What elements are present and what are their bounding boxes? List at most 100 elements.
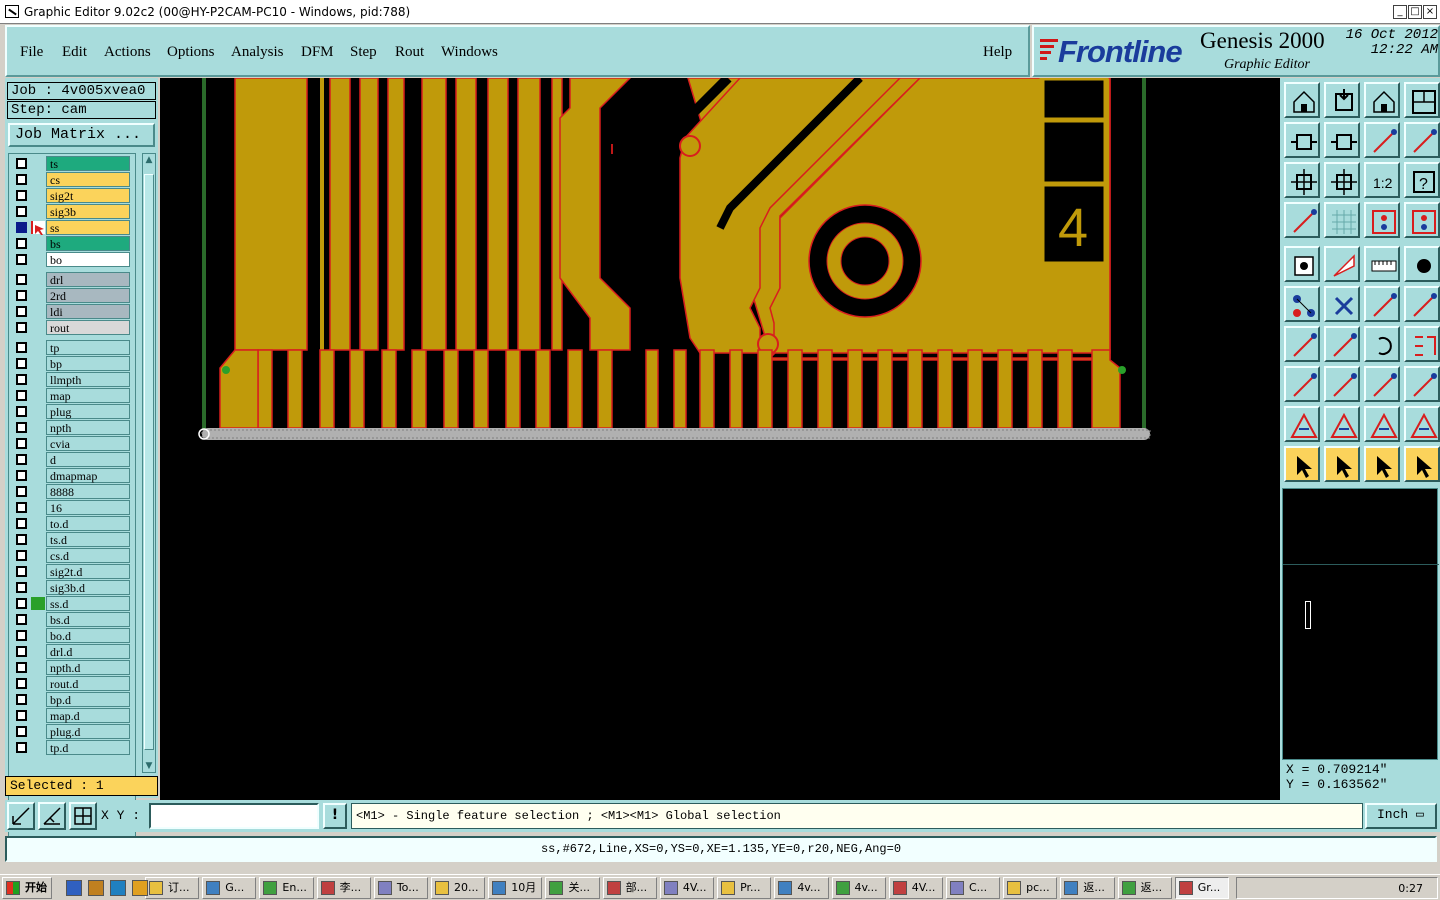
layer-name[interactable]: bs.d [46,612,130,627]
close-button[interactable]: × [1423,5,1437,19]
layer-checkbox[interactable] [16,486,27,497]
layer-checkbox[interactable] [16,582,27,593]
layer-name[interactable]: drl.d [46,644,130,659]
layer-row-bo-d[interactable]: bo.d [9,628,135,643]
cut-line-button[interactable] [1324,366,1360,402]
triangle-bar-button[interactable] [1364,406,1400,442]
exclamation-button[interactable]: ! [323,803,347,829]
layer-checkbox[interactable] [16,306,27,317]
layer-name[interactable]: to.d [46,516,130,531]
layer-checkbox[interactable] [16,422,27,433]
triangle-outline-button[interactable] [1284,406,1320,442]
layer-row-drl[interactable]: drl [9,272,135,287]
job-matrix-button[interactable]: Job Matrix ... [8,123,155,147]
layer-checkbox[interactable] [16,390,27,401]
layer-row-npth[interactable]: npth [9,420,135,435]
select-route-button[interactable] [1404,446,1440,482]
select-box-button[interactable] [1324,446,1360,482]
graphic-canvas[interactable]: 4 [160,78,1280,800]
layer-checkbox[interactable] [16,374,27,385]
layer-checkbox[interactable] [16,694,27,705]
zoom-out-button[interactable] [1324,82,1360,118]
taskbar-button[interactable]: 4V... [888,877,943,899]
layer-row-bo[interactable]: bo [9,252,135,267]
layer-checkbox[interactable] [16,238,27,249]
layer-checkbox[interactable] [16,206,27,217]
layer-row-cs[interactable]: cs [9,172,135,187]
layer-name[interactable]: llmpth [46,372,130,387]
taskbar-button[interactable]: Gr... [1174,877,1229,899]
pan-left-button[interactable] [1284,122,1320,158]
layer-scrollbar[interactable]: ▲ ▼ [142,153,156,773]
xy-input[interactable] [149,803,319,829]
layer-row-sig2t[interactable]: sig2t [9,188,135,203]
taskbar-button[interactable]: 4V... [659,877,715,899]
line-draw-button[interactable] [1324,326,1360,362]
layer-name[interactable]: sig3b.d [46,580,130,595]
taskbar-button[interactable]: 返... [1060,877,1115,899]
menu-dfm[interactable]: DFM [301,44,334,61]
layer-row-16[interactable]: 16 [9,500,135,515]
layer-name[interactable]: dmapmap [46,468,130,483]
layer-checkbox[interactable] [16,646,27,657]
layer-checkbox[interactable] [16,174,27,185]
taskbar-button[interactable]: 订... [145,877,200,899]
layer-checkbox[interactable] [16,518,27,529]
layer-row-8888[interactable]: 8888 [9,484,135,499]
layer-row-ss-d[interactable]: ss.d [9,596,135,611]
layer-name[interactable]: map.d [46,708,130,723]
layer-row-ts[interactable]: ts [9,156,135,171]
angle-button[interactable] [1284,326,1320,362]
taskbar-button[interactable]: C... [945,877,1001,899]
triangle-a-button[interactable] [1324,406,1360,442]
layer-name[interactable]: ss.d [46,596,130,611]
resize-button[interactable] [1364,366,1400,402]
flip-button[interactable] [1364,122,1400,158]
layer-name[interactable]: map [46,388,130,403]
layer-checkbox[interactable] [16,614,27,625]
triangle-measure-button[interactable] [1404,406,1440,442]
select-rotate-button[interactable] [1364,446,1400,482]
pad-button[interactable] [1284,246,1320,282]
layer-row-ss[interactable]: ss [9,220,135,235]
layer-name[interactable]: ldi [46,304,130,319]
menu-analysis[interactable]: Analysis [231,44,284,61]
menu-windows[interactable]: Windows [441,44,498,61]
layer-checkbox[interactable] [16,534,27,545]
menu-actions[interactable]: Actions [104,44,151,61]
angle-mode-button[interactable] [38,802,66,830]
layer-name[interactable]: bs [46,236,130,251]
layer-name[interactable]: plug.d [46,724,130,739]
layer-checkbox[interactable] [16,406,27,417]
menu-options[interactable]: Options [167,44,215,61]
start-button[interactable]: 开始 [2,877,52,899]
quick-launch-icon[interactable] [66,880,82,896]
menu-help[interactable]: Help [983,44,1012,61]
layer-name[interactable]: bp [46,356,130,371]
layer-row-2rd[interactable]: 2rd [9,288,135,303]
layer-checkbox[interactable] [16,158,27,169]
layer-checkbox[interactable] [16,342,27,353]
layer-row-bs-d[interactable]: bs.d [9,612,135,627]
taskbar-button[interactable]: 返... [1117,877,1172,899]
taskbar-button[interactable]: 4v... [831,877,886,899]
taskbar-button[interactable]: 10月 [488,877,543,899]
menu-rout[interactable]: Rout [395,44,424,61]
scroll-up-icon[interactable]: ▲ [143,154,155,166]
taskbar-button[interactable]: 李... [316,877,371,899]
layer-name[interactable]: bo.d [46,628,130,643]
menu-step[interactable]: Step [350,44,377,61]
layer-name[interactable]: tp.d [46,740,130,755]
layer-checkbox[interactable] [16,566,27,577]
taskbar-button[interactable]: 关... [545,877,600,899]
home-button[interactable] [1364,82,1400,118]
shape-group-button[interactable] [1404,366,1440,402]
layer-row-sig3b-d[interactable]: sig3b.d [9,580,135,595]
layer-checkbox[interactable] [16,222,27,233]
line-move-button[interactable] [1404,286,1440,322]
taskbar-button[interactable]: 部... [602,877,657,899]
delete-node-button[interactable] [1324,286,1360,322]
overview-viewport[interactable] [1305,601,1311,629]
layer-checkbox[interactable] [16,454,27,465]
maximize-button[interactable]: □ [1408,5,1422,19]
